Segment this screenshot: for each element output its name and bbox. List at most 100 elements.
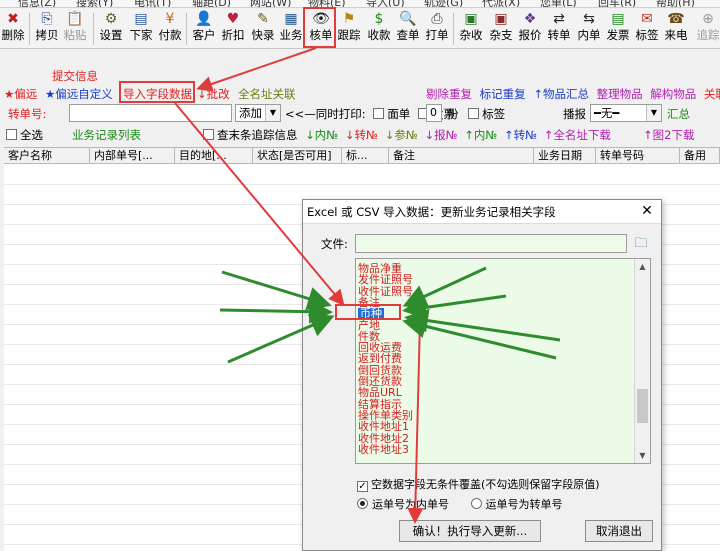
nav-img-download[interactable]: ↑图2下载 <box>643 127 694 143</box>
organize-goods-link[interactable]: 整理物品 <box>597 87 643 101</box>
folder-browse-icon[interactable]: 🗀 <box>631 234 651 253</box>
toolbar-button[interactable]: 📋 粘贴 <box>62 11 88 47</box>
toolbar-button[interactable]: ⚙ 设置 <box>97 11 125 47</box>
related-link[interactable]: 关联科 <box>704 87 720 101</box>
list-item[interactable]: 收件证照号 <box>358 286 413 297</box>
toolbar-button[interactable]: ♥ 折扣 <box>219 11 247 47</box>
scroll-thumb[interactable] <box>637 389 648 423</box>
nav-transfer-down[interactable]: ↓转№ <box>345 128 378 142</box>
grid-column-header[interactable]: 目的地[... <box>175 148 253 164</box>
radio-transfer-number[interactable] <box>470 498 482 509</box>
toolbar-button[interactable]: ✉ 标签 <box>633 11 661 47</box>
select-all-checkbox[interactable] <box>6 129 17 140</box>
cancel-exit-button[interactable]: 取消退出 <box>585 520 653 542</box>
transfer-no-input[interactable] <box>69 104 232 122</box>
field-listbox[interactable]: 物品净重 发件证照号 收件证照号 备注 币种 产地 件数 回收运费 返到付费 倒回货款 倒还货款 物品… <box>355 258 651 464</box>
toolbar-icon: 📋 <box>66 11 84 27</box>
confirm-import-button[interactable]: 确认！执行导入更新... <box>399 520 541 542</box>
file-input[interactable] <box>355 234 627 253</box>
nav-inner-up[interactable]: ↑内№ <box>464 128 497 142</box>
dedupe-clear-link[interactable]: 剔除重复 <box>426 87 472 101</box>
toolbar-button[interactable]: 🔍 查单 <box>394 11 422 47</box>
goods-summary-link[interactable]: ↑物品汇总 <box>533 87 589 101</box>
list-item[interactable]: 返到付费 <box>358 353 402 364</box>
grid-column-header[interactable]: 备用 <box>680 148 720 164</box>
close-icon[interactable]: ✕ <box>639 203 655 219</box>
listbox-scrollbar[interactable]: ▲ ▼ <box>634 259 650 463</box>
toolbar-button[interactable]: ▦ 业务 <box>278 11 304 47</box>
grid-column-header[interactable]: 客户名称 <box>4 148 90 164</box>
grid-column-header[interactable]: 转单号码 <box>596 148 680 164</box>
list-item[interactable]: 收件地址1 <box>358 421 409 432</box>
table-row[interactable] <box>4 165 720 185</box>
menu-item[interactable]: 回车(R) <box>598 0 636 7</box>
toolbar-label: 转单 <box>547 28 571 42</box>
add-mode-select[interactable]: 添加 ▼ <box>235 104 281 122</box>
grid-column-header[interactable]: 标... <box>342 148 389 164</box>
toolbar-button[interactable]: ⇄ 转单 <box>545 11 573 47</box>
grid-column-header[interactable]: 内部单号[... <box>90 148 175 164</box>
scroll-up-icon[interactable]: ▲ <box>635 259 650 274</box>
menu-item[interactable]: 搜索(Y) <box>76 0 113 7</box>
radio-inner-number[interactable] <box>357 498 368 509</box>
menu-item[interactable]: 您单(L) <box>540 0 577 7</box>
toolbar-button[interactable]: ¥ 付款 <box>156 11 184 47</box>
toolbar-button[interactable]: ⎘ 拷贝 <box>33 11 61 47</box>
face-checkbox[interactable] <box>373 108 385 119</box>
broadcast-select[interactable]: ━无━ ▼ <box>590 104 662 122</box>
nav-ref-down[interactable]: ↓参№ <box>385 128 418 142</box>
overwrite-group: 空数据字段无条件覆盖(不勾选则保留字段原值) <box>357 476 600 492</box>
menu-item[interactable]: 帮助(H) <box>656 0 695 7</box>
toolbar-icon: ▦ <box>284 11 298 27</box>
radio-inner-label: 运单号为内单号 <box>372 498 449 511</box>
list-item[interactable]: 结算指示 <box>358 399 402 410</box>
menu-item[interactable]: 网站(W) <box>250 0 291 7</box>
menu-item[interactable]: 电讯(T) <box>134 0 171 7</box>
mark-duplicate-link[interactable]: 标记重复 <box>480 87 526 101</box>
toolbar-button[interactable]: ▣ 杂收 <box>457 11 485 47</box>
grid-column-header[interactable]: 备注 <box>389 148 534 164</box>
nav-transfer-up[interactable]: ↑转№ <box>504 128 537 142</box>
action-row: ★偏远 ★偏远自定义 <box>4 86 113 102</box>
pick-far-link[interactable]: ★偏远 <box>4 87 37 101</box>
toolbar-button[interactable]: $ 收款 <box>365 11 393 47</box>
pick-far-custom-link[interactable]: ★偏远自定义 <box>45 87 113 101</box>
nav-addr-download[interactable]: ↑全名址下载 <box>544 128 611 142</box>
toolbar-button[interactable]: ⚑ 跟踪 <box>336 11 362 47</box>
toolbar-button[interactable]: ☎ 来电 <box>662 11 690 47</box>
list-item[interactable]: 收件地址2 <box>358 433 409 444</box>
menu-item[interactable]: 导入(U) <box>366 0 405 7</box>
print-label: <<—同时打印: <box>285 107 366 121</box>
list-item[interactable]: 产地 <box>358 320 380 331</box>
scroll-down-icon[interactable]: ▼ <box>635 448 650 463</box>
invoice-count-input[interactable]: 0 <box>426 104 442 122</box>
toolbar-button[interactable]: ▤ 发票 <box>604 11 632 47</box>
empty-overwrite-checkbox[interactable] <box>357 481 368 492</box>
list-item[interactable]: 收件地址3 <box>358 444 409 455</box>
menu-item[interactable]: 信息(Z) <box>18 0 56 7</box>
toolbar-button[interactable]: ✎ 快录 <box>249 11 277 47</box>
list-item[interactable]: 发件证照号 <box>358 274 413 285</box>
toolbar-button[interactable]: ❖ 报价 <box>516 11 544 47</box>
grid-column-header[interactable]: 业务日期 <box>534 148 596 164</box>
full-address-link[interactable]: 全名址关联 <box>238 86 296 102</box>
toolbar-button[interactable]: ▤ 下家 <box>127 11 155 47</box>
menu-item[interactable]: 轴距(D) <box>192 0 231 7</box>
tag-checkbox[interactable] <box>468 108 480 119</box>
list-item[interactable]: 物品URL <box>358 387 402 398</box>
menu-item[interactable]: 代派(X) <box>482 0 520 7</box>
toolbar-button[interactable]: ⊕ 追踪 <box>695 11 720 47</box>
menu-item[interactable]: 轨迹(G) <box>424 0 463 7</box>
check-trace-checkbox[interactable] <box>203 129 214 140</box>
toolbar-button[interactable]: ▣ 杂支 <box>487 11 515 47</box>
toolbar-button[interactable]: ✖ 删除 <box>0 11 26 47</box>
nav-inner-down[interactable]: ↓内№ <box>305 128 338 142</box>
batch-edit-link[interactable]: ↓批改 <box>197 86 230 102</box>
toolbar-button[interactable]: ⎙ 打单 <box>423 11 451 47</box>
nav-report-down[interactable]: ↓报№ <box>424 128 457 142</box>
toolbar-button[interactable]: 👤 客户 <box>190 11 218 47</box>
toolbar-button[interactable]: ⇆ 内单 <box>575 11 603 47</box>
summary-link[interactable]: 汇总 <box>667 106 690 122</box>
grid-column-header[interactable]: 状态[是否可用] <box>253 148 342 164</box>
parse-goods-link[interactable]: 解构物品 <box>650 87 696 101</box>
